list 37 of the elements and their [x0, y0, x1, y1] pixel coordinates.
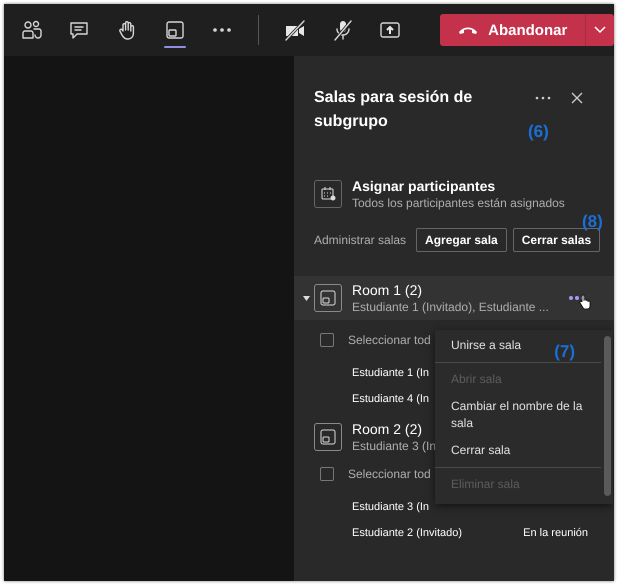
menu-item[interactable]: Cerrar sala [435, 437, 601, 464]
leave-button[interactable]: Abandonar [440, 14, 586, 46]
room-icon [314, 284, 342, 312]
hand-cursor-icon [579, 294, 591, 310]
mic-off-icon [332, 19, 354, 41]
manage-button[interactable]: Agregar sala [416, 228, 507, 252]
more-icon [213, 28, 232, 32]
select-all-label: Seleccionar tod [348, 333, 431, 347]
scrollbar[interactable] [604, 336, 611, 496]
assign-title: Asignar participantes [352, 178, 496, 194]
callout-number: (6) [528, 122, 549, 142]
participant-name: Estudiante 3 (In [352, 501, 430, 513]
manage-label: Administrar salas [314, 233, 406, 247]
room-icon [314, 423, 342, 451]
chevron-icon [594, 26, 606, 34]
calendar-icon[interactable] [314, 180, 342, 208]
camera-off-icon [284, 19, 306, 41]
panel-title: Salas para sesión de subgrupo [314, 88, 474, 132]
participant-name: Estudiante 1 (In [352, 367, 430, 379]
participant-status: En la reunión [523, 527, 588, 539]
people-icon [20, 19, 43, 41]
room-name: Room 2 (2) [352, 421, 424, 437]
callout-number: (7) [554, 342, 575, 362]
menu-item[interactable]: Cambiar el nombre de la sala [435, 393, 601, 437]
rooms-icon [164, 19, 186, 41]
checkbox[interactable] [320, 467, 334, 481]
close-icon[interactable] [570, 91, 584, 105]
checkbox[interactable] [320, 333, 334, 347]
phone-icon [458, 25, 478, 35]
room-row[interactable]: Room 1 (2) Estudiante 1 (Invitado), Estudiante ... [294, 276, 614, 320]
room-name: Room 1 (2) [352, 282, 424, 298]
participant-name: Estudiante 4 (In [352, 393, 430, 405]
participant-name: Estudiante 2 (Invitado) [352, 527, 462, 539]
caret-icon[interactable] [303, 296, 310, 300]
assign-status: Todos los participantes están asignados [352, 196, 565, 210]
select-all-label: Seleccionar tod [348, 467, 431, 481]
room-members: Estudiante 1 (Invitado), Estudiante ... [352, 300, 549, 314]
